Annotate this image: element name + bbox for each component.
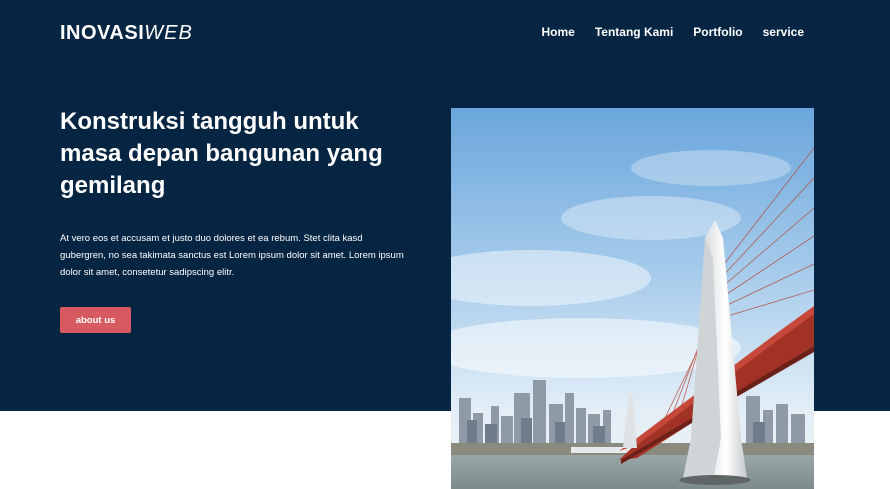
brand-logo[interactable]: INOVASIWEB	[60, 21, 193, 45]
hero-bridge-image	[451, 108, 814, 489]
nav-link-home[interactable]: Home	[542, 24, 575, 40]
navbar: INOVASIWEB Home Tentang Kami Portfolio s…	[0, 0, 890, 66]
main-nav: Home Tentang Kami Portfolio service	[542, 24, 805, 40]
nav-link-portfolio[interactable]: Portfolio	[693, 24, 742, 40]
logo-bold-text: INOVASI	[60, 22, 145, 44]
nav-link-service[interactable]: service	[763, 24, 804, 40]
hero-paragraph: At vero eos et accusam et justo duo dolo…	[60, 233, 404, 278]
logo-light-text: WEB	[144, 22, 193, 44]
nav-link-tentang-kami[interactable]: Tentang Kami	[595, 24, 673, 40]
about-us-button[interactable]: about us	[60, 307, 131, 333]
hero-title: Konstruksi tangguh untuk masa depan bang…	[60, 108, 383, 199]
